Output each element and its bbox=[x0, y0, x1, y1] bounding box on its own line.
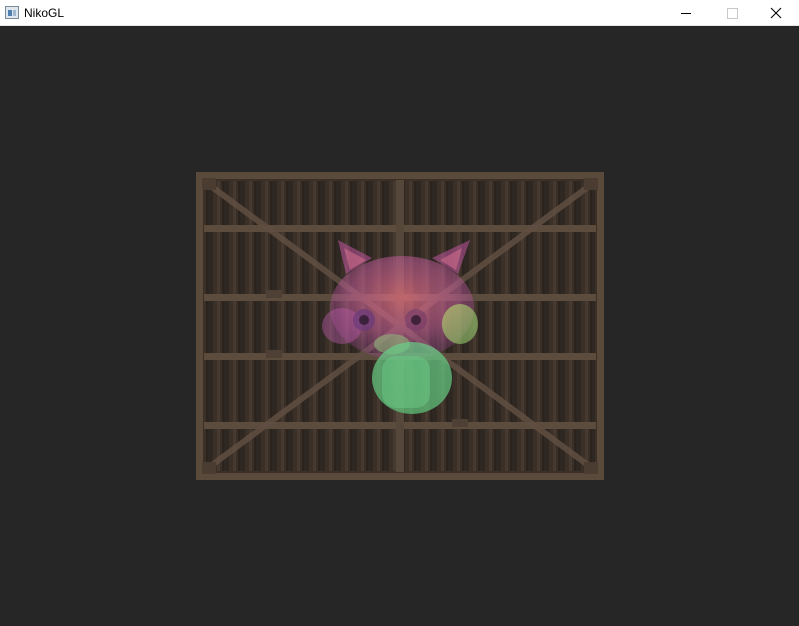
close-button[interactable] bbox=[753, 0, 799, 26]
window-title: NikoGL bbox=[24, 6, 65, 20]
minimize-icon bbox=[681, 13, 691, 14]
app-window: NikoGL bbox=[0, 0, 799, 626]
title-bar[interactable]: NikoGL bbox=[0, 0, 799, 26]
maximize-icon bbox=[727, 8, 738, 19]
app-window-icon bbox=[5, 6, 19, 19]
rendered-scene bbox=[196, 172, 604, 480]
gl-viewport[interactable] bbox=[0, 26, 799, 626]
maximize-button[interactable] bbox=[709, 0, 755, 26]
minimize-button[interactable] bbox=[663, 0, 709, 26]
close-icon bbox=[770, 7, 782, 19]
